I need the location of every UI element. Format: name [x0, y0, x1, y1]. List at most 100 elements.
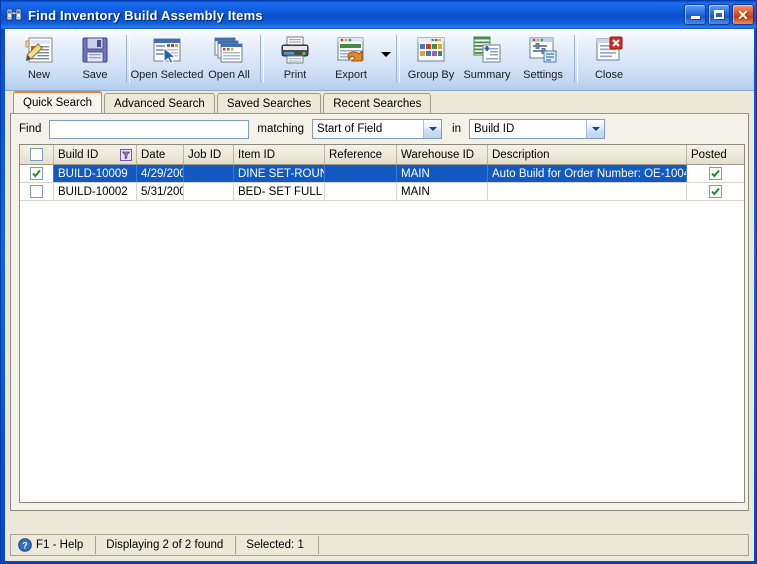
cell-item-id: BED- SET FULL — [234, 183, 325, 200]
toolbar: New Save Open Selected Open All Print Ex… — [5, 29, 754, 91]
table-row[interactable]: BUILD-10009 4/29/2009 DINE SET-ROUND MAI… — [20, 165, 744, 183]
close-window-icon — [596, 36, 623, 61]
toolbar-separator — [396, 35, 400, 83]
grid-header-posted[interactable]: Posted — [687, 145, 744, 164]
maximize-button[interactable] — [708, 4, 730, 25]
cell-description — [488, 183, 687, 200]
binoculars-icon — [6, 8, 22, 21]
cell-warehouse-id: MAIN — [397, 183, 488, 200]
tab-quick-search-label: Quick Search — [23, 97, 93, 109]
grid-header-item-id[interactable]: Item ID — [234, 145, 325, 164]
open-selected-button[interactable]: Open Selected — [131, 33, 203, 87]
group-by-button[interactable]: Group By — [403, 33, 459, 87]
grid-header-date[interactable]: Date — [137, 145, 184, 164]
export-icon — [337, 37, 364, 62]
tab-advanced-search[interactable]: Advanced Search — [104, 93, 215, 113]
grid-header-build-id-label: Build ID — [58, 148, 99, 161]
maximize-icon — [714, 10, 724, 19]
printer-icon — [281, 36, 309, 64]
settings-icon — [529, 37, 557, 63]
table-row[interactable]: BUILD-10002 5/31/2007 BED- SET FULL MAIN — [20, 183, 744, 201]
minimize-icon — [690, 16, 700, 19]
select-all-checkbox[interactable] — [30, 148, 43, 161]
grid-header-build-id[interactable]: Build ID — [54, 145, 137, 164]
grid-header-description[interactable]: Description — [488, 145, 687, 164]
summary-icon — [473, 36, 501, 63]
chevron-down-icon — [423, 120, 442, 138]
window-title: Find Inventory Build Assembly Items — [28, 7, 263, 23]
print-button-label: Print — [283, 69, 307, 81]
tab-saved-searches[interactable]: Saved Searches — [216, 93, 322, 113]
matching-dropdown[interactable]: Start of Field — [312, 119, 443, 139]
settings-button[interactable]: Settings — [515, 33, 571, 87]
floppy-disk-icon — [82, 37, 108, 63]
row-checkbox[interactable] — [30, 185, 43, 198]
help-icon: ? — [18, 538, 32, 552]
status-displaying: Displaying 2 of 2 found — [96, 536, 237, 554]
row-select-cell[interactable] — [20, 165, 54, 182]
matching-label: matching — [257, 123, 305, 135]
grid-header-job-id[interactable]: Job ID — [184, 145, 234, 164]
grid-header-posted-label: Posted — [691, 148, 727, 161]
save-button[interactable]: Save — [67, 33, 123, 87]
quick-search-panel: Find matching Start of Field in Build ID — [10, 113, 749, 511]
export-dropdown-button[interactable] — [379, 33, 393, 87]
grid-header-job-id-label: Job ID — [188, 148, 222, 161]
find-label: Find — [19, 123, 42, 135]
cell-posted — [687, 165, 744, 182]
settings-button-label: Settings — [523, 69, 563, 81]
title-bar: Find Inventory Build Assembly Items ✕ — [1, 1, 756, 29]
field-dropdown[interactable]: Build ID — [469, 119, 605, 139]
status-displaying-label: Displaying 2 of 2 found — [106, 539, 224, 551]
open-all-button[interactable]: Open All — [201, 33, 257, 87]
window-controls: ✕ — [684, 4, 754, 25]
matching-dropdown-value: Start of Field — [317, 123, 383, 135]
toolbar-separator — [574, 35, 578, 83]
export-button[interactable]: Export — [323, 33, 379, 87]
application-window: Find Inventory Build Assembly Items ✕ Ne… — [0, 0, 757, 564]
open-all-button-label: Open All — [208, 69, 250, 81]
tab-saved-searches-label: Saved Searches — [226, 97, 312, 110]
status-selected: Selected: 1 — [236, 536, 319, 554]
close-toolbar-button[interactable]: Close — [581, 33, 637, 87]
close-button[interactable]: ✕ — [732, 4, 754, 25]
open-selected-icon — [153, 38, 181, 65]
new-button[interactable]: New — [11, 33, 67, 87]
new-button-label: New — [27, 69, 50, 81]
cell-posted — [687, 183, 744, 200]
tab-recent-searches-label: Recent Searches — [333, 97, 422, 110]
export-button-label: Export — [335, 69, 367, 81]
cell-build-id: BUILD-10009 — [54, 165, 137, 182]
filter-icon[interactable] — [120, 148, 132, 161]
cell-reference — [325, 183, 397, 200]
cell-job-id — [184, 165, 234, 182]
summary-button[interactable]: Summary — [459, 33, 515, 87]
cell-build-id: BUILD-10002 — [54, 183, 137, 200]
checkmark-icon — [711, 187, 720, 196]
tab-recent-searches[interactable]: Recent Searches — [323, 93, 432, 113]
chevron-down-icon — [586, 120, 604, 138]
grid-header-row: Build ID Date Job ID Item ID Reference W… — [20, 145, 744, 165]
posted-checkbox[interactable] — [709, 167, 722, 180]
row-select-cell[interactable] — [20, 183, 54, 200]
minimize-button[interactable] — [684, 4, 706, 25]
print-button[interactable]: Print — [267, 33, 323, 87]
checkmark-icon — [711, 169, 720, 178]
cell-item-id: DINE SET-ROUND — [234, 165, 325, 182]
cell-reference — [325, 165, 397, 182]
status-bar: ? F1 - Help Displaying 2 of 2 found Sele… — [10, 534, 749, 556]
grid-header-warehouse-id[interactable]: Warehouse ID — [397, 145, 488, 164]
grid-header-reference[interactable]: Reference — [325, 145, 397, 164]
results-grid[interactable]: Build ID Date Job ID Item ID Reference W… — [19, 144, 745, 503]
checkmark-icon — [32, 169, 41, 178]
tab-quick-search[interactable]: Quick Search — [13, 91, 103, 113]
cell-date: 4/29/2009 — [137, 165, 184, 182]
row-checkbox[interactable] — [30, 167, 43, 180]
posted-checkbox[interactable] — [709, 185, 722, 198]
grid-header-description-label: Description — [492, 148, 550, 161]
search-input[interactable] — [49, 119, 250, 139]
grid-header-select-all[interactable] — [20, 145, 54, 164]
status-help[interactable]: ? F1 - Help — [16, 536, 97, 554]
tab-advanced-search-label: Advanced Search — [114, 97, 205, 110]
grid-header-date-label: Date — [141, 148, 166, 161]
